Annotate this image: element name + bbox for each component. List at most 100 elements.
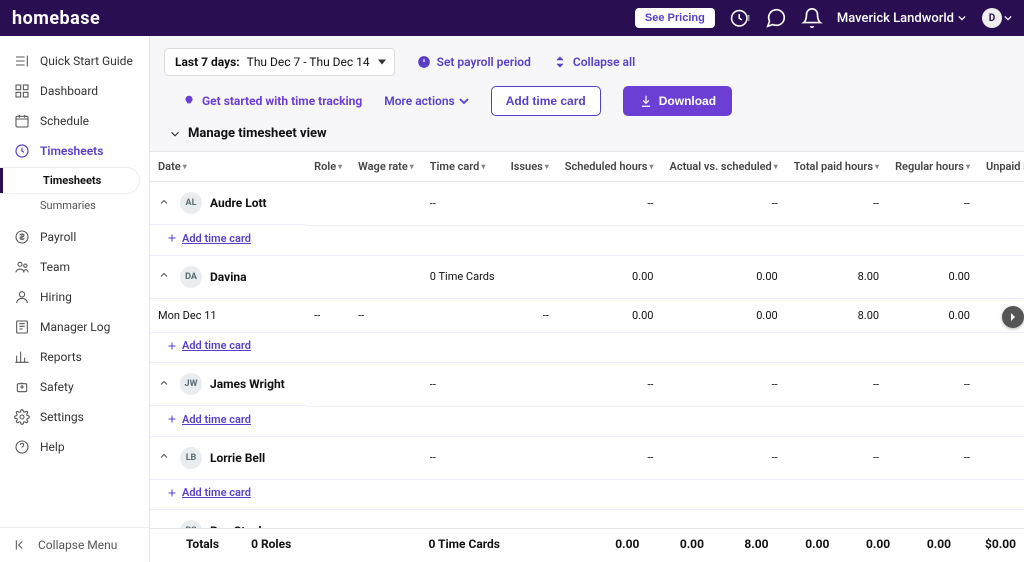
- brand-logo[interactable]: homebase: [12, 8, 100, 29]
- nav-help[interactable]: Help: [0, 432, 149, 462]
- more-actions[interactable]: More actions: [384, 94, 468, 108]
- nav-hiring[interactable]: Hiring: [0, 282, 149, 312]
- subnav-summaries[interactable]: Summaries: [0, 193, 149, 218]
- employee-name[interactable]: James Wright: [210, 377, 285, 391]
- cell-sched: --: [557, 182, 662, 226]
- add-timecard-link[interactable]: Add time card: [166, 413, 1024, 426]
- cell-issues: [503, 510, 557, 529]
- col-issues[interactable]: Issues▾: [503, 152, 557, 182]
- see-pricing-button[interactable]: See Pricing: [635, 8, 715, 28]
- employee-name[interactable]: Lorrie Bell: [210, 451, 265, 465]
- cell-regular: 0.00: [887, 299, 978, 333]
- cell-sched: --: [557, 436, 662, 480]
- add-timecard-link[interactable]: Add time card: [166, 486, 1024, 499]
- nav-label: Timesheets: [40, 144, 103, 158]
- cell-sched: 0.00: [557, 255, 662, 299]
- totals-label: Totals: [150, 529, 243, 559]
- clock-icon[interactable]: 1: [729, 7, 751, 29]
- cell-issues: --: [503, 299, 557, 333]
- employee-name[interactable]: Davina: [210, 270, 247, 284]
- avatar-menu[interactable]: D: [980, 8, 1012, 28]
- date-range-picker[interactable]: Last 7 days: Thu Dec 7 - Thu Dec 14: [164, 48, 395, 76]
- nav-payroll[interactable]: Payroll: [0, 222, 149, 252]
- lightbulb-icon: [182, 94, 196, 108]
- cell-unpaid: --: [978, 182, 1024, 226]
- expand-toggle[interactable]: [158, 524, 172, 529]
- chevron-right-icon: [1008, 312, 1018, 322]
- cell-total: 8.00: [786, 255, 887, 299]
- nav-reports[interactable]: Reports: [0, 342, 149, 372]
- calendar-alert-icon: [417, 55, 431, 69]
- totals-regular: 0.00: [777, 529, 838, 559]
- col-total[interactable]: Total paid hours▾: [786, 152, 887, 182]
- cell-timecard: 0 Time Cards: [422, 255, 503, 299]
- nav-label: Payroll: [40, 230, 76, 244]
- add-timecard-row: Add time card: [150, 333, 1024, 363]
- cell-date: Mon Dec 11: [150, 299, 306, 333]
- totals-actual: 0.00: [647, 529, 712, 559]
- totals-unpaid: 0.00: [837, 529, 898, 559]
- add-timecard-link[interactable]: Add time card: [166, 232, 1024, 245]
- cell-timecard: [422, 299, 503, 333]
- collapse-all[interactable]: Collapse all: [553, 55, 635, 69]
- nav-timesheets[interactable]: Timesheets: [0, 136, 149, 166]
- add-time-card-button[interactable]: Add time card: [491, 86, 601, 116]
- manage-view-toggle[interactable]: Manage timesheet view: [168, 126, 1010, 141]
- subnav-timesheets[interactable]: Timesheets: [0, 168, 139, 193]
- timesheet-table-wrap: Date▾ Role▾ Wage rate▾ Time card▾ Issues…: [150, 151, 1024, 528]
- cell-role: --: [306, 299, 350, 333]
- cell-actual: 0.00: [661, 299, 785, 333]
- totals-roles: 0 Roles: [243, 529, 336, 559]
- col-wage[interactable]: Wage rate▾: [350, 152, 422, 182]
- col-regular[interactable]: Regular hours▾: [887, 152, 978, 182]
- get-started-link[interactable]: Get started with time tracking: [182, 94, 362, 108]
- avatar: DA: [180, 266, 202, 288]
- col-role[interactable]: Role▾: [306, 152, 350, 182]
- detail-row: Mon Dec 11------0.000.008.000.000.000.00…: [150, 299, 1024, 333]
- nav-team[interactable]: Team: [0, 252, 149, 282]
- expand-toggle[interactable]: [158, 450, 172, 465]
- add-timecard-row: Add time card: [150, 225, 1024, 255]
- chat-icon[interactable]: [765, 7, 787, 29]
- user-menu[interactable]: Maverick Landworld: [837, 11, 966, 26]
- totals-total: 8.00: [712, 529, 777, 559]
- collapse-menu[interactable]: Collapse Menu: [0, 527, 149, 562]
- expand-toggle[interactable]: [158, 196, 172, 211]
- scroll-right-button[interactable]: [1002, 306, 1024, 328]
- bell-icon[interactable]: [801, 7, 823, 29]
- table-header: Date▾ Role▾ Wage rate▾ Time card▾ Issues…: [150, 152, 1024, 182]
- download-button[interactable]: Download: [623, 86, 732, 116]
- cell-timecard: --: [422, 363, 503, 407]
- nav-quick-start[interactable]: Quick Start Guide: [0, 46, 149, 76]
- set-payroll-period[interactable]: Set payroll period: [417, 55, 531, 69]
- range-value: Thu Dec 7 - Thu Dec 14: [247, 55, 370, 69]
- add-timecard-link[interactable]: Add time card: [166, 339, 1024, 352]
- col-date[interactable]: Date▾: [150, 152, 306, 182]
- employee-name[interactable]: Ren Stephenson: [210, 524, 298, 528]
- nav-label: Safety: [40, 380, 74, 394]
- expand-toggle[interactable]: [158, 377, 172, 392]
- cell-actual: --: [661, 182, 785, 226]
- cell-total: --: [786, 363, 887, 407]
- col-scheduled[interactable]: Scheduled hours▾: [557, 152, 662, 182]
- cell-regular: --: [887, 182, 978, 226]
- cell-actual: --: [661, 510, 785, 529]
- cell-timecard: --: [422, 182, 503, 226]
- nav-label: Dashboard: [40, 84, 98, 98]
- nav-settings[interactable]: Settings: [0, 402, 149, 432]
- col-actual[interactable]: Actual vs. scheduled▾: [661, 152, 785, 182]
- employee-name[interactable]: Audre Lott: [210, 196, 267, 210]
- nav-schedule[interactable]: Schedule: [0, 106, 149, 136]
- nav-label: Reports: [40, 350, 82, 364]
- collapse-icon: [14, 538, 28, 552]
- chevron-down-icon: [1004, 14, 1012, 22]
- cell-wage: --: [350, 299, 422, 333]
- nav-safety[interactable]: Safety: [0, 372, 149, 402]
- nav-manager-log[interactable]: Manager Log: [0, 312, 149, 342]
- col-unpaid[interactable]: Unpaid breaks▾: [978, 152, 1024, 182]
- expand-toggle[interactable]: [158, 269, 172, 284]
- nav-dashboard[interactable]: Dashboard: [0, 76, 149, 106]
- col-timecard[interactable]: Time card▾: [422, 152, 503, 182]
- cell-actual: --: [661, 363, 785, 407]
- action-label: Collapse all: [573, 55, 635, 69]
